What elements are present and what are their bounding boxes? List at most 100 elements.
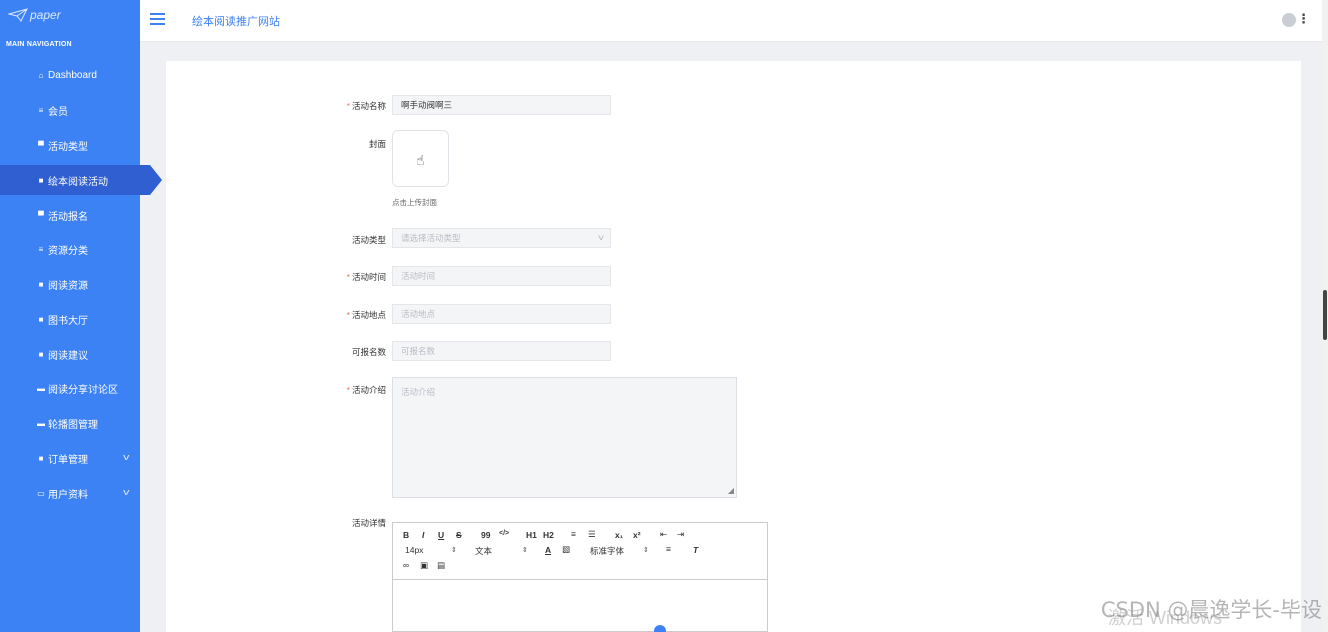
code-button[interactable]: </> <box>499 530 509 537</box>
comment-icon: ▀ <box>38 210 44 220</box>
textarea-placeholder: 活动介绍 <box>401 387 436 397</box>
activity-place-input[interactable]: 活动地点 <box>392 304 611 324</box>
upload-hint: 点击上传封面 <box>392 198 437 207</box>
outdent-button[interactable]: ⇤ <box>660 529 667 540</box>
time-label: * 活动时间 <box>346 272 386 282</box>
grid-icon: ■ <box>38 349 44 359</box>
list-icon: ≡ <box>38 105 44 115</box>
font-size-select[interactable]: 14px <box>405 545 423 555</box>
image-icon[interactable]: ▣ <box>420 560 428 571</box>
scrollbar-thumb[interactable] <box>1323 290 1327 340</box>
sidebar-item-activity-type[interactable]: ▀ 活动类型 <box>0 130 140 160</box>
strike-button[interactable]: S <box>456 530 462 540</box>
sidebar-item-dashboard[interactable]: ⌂ Dashboard <box>0 60 140 90</box>
text-type-select[interactable]: 文本 <box>475 545 492 557</box>
sidebar-item-reading-resource[interactable]: ■ 阅读资源 <box>0 269 140 299</box>
floating-dot[interactable] <box>654 625 666 632</box>
chat-icon: ▬ <box>37 383 45 393</box>
home-icon: ⌂ <box>38 70 44 80</box>
chevron-down-icon: v <box>598 233 604 242</box>
grid-icon: ■ <box>38 175 44 185</box>
chevron-down-icon: v <box>122 452 129 462</box>
calendar-icon: ▭ <box>37 488 45 498</box>
detail-label: 活动详情 <box>351 518 386 528</box>
sidebar: paper MAIN NAVIGATION ⌂ Dashboard ≡ 会员 ▀… <box>0 0 162 632</box>
select-placeholder: 请选择活动类型 <box>401 233 461 243</box>
chevron-down-icon: v <box>122 487 129 497</box>
ordered-list-button[interactable]: ≡ <box>571 529 576 539</box>
logo[interactable]: paper <box>8 8 61 22</box>
italic-button[interactable]: I <box>422 530 424 540</box>
sidebar-item-registration[interactable]: ▀ 活动报名 <box>0 200 140 230</box>
activity-name-input[interactable]: 啊手动阀啊三 <box>392 95 611 115</box>
sidebar-item-members[interactable]: ≡ 会员 <box>0 95 140 125</box>
menu-toggle-icon[interactable] <box>150 13 165 25</box>
bold-button[interactable]: B <box>403 530 409 540</box>
sidebar-item-label: 订单管理 <box>48 454 88 466</box>
h2-button[interactable]: H2 <box>543 530 554 540</box>
nav-header: MAIN NAVIGATION <box>6 41 72 48</box>
activity-intro-textarea[interactable]: 活动介绍 ◢ <box>392 377 737 498</box>
required-marker: * <box>346 101 350 111</box>
activity-time-input[interactable]: 活动时间 <box>392 266 611 286</box>
type-label: 活动类型 <box>351 235 386 245</box>
sidebar-item-suggestions[interactable]: ■ 阅读建议 <box>0 339 140 369</box>
more-vertical-icon[interactable]: ⋮ <box>1297 11 1310 27</box>
sidebar-item-label: 用户资料 <box>48 489 88 501</box>
superscript-button[interactable]: x² <box>633 530 641 540</box>
blockquote-button[interactable]: 99 <box>481 530 490 540</box>
sidebar-item-label: 资源分类 <box>48 245 88 257</box>
logo-text: paper <box>30 8 61 22</box>
sidebar-item-library[interactable]: ■ 图书大厅 <box>0 304 140 334</box>
subscript-button[interactable]: x₁ <box>615 530 623 540</box>
sidebar-item-forum[interactable]: ▬ 阅读分享讨论区 <box>0 373 140 403</box>
sidebar-item-label: 轮播图管理 <box>48 419 98 431</box>
sidebar-item-orders[interactable]: ■ 订单管理 v <box>0 443 140 473</box>
select-arrows-icon: ⇕ <box>451 547 457 554</box>
page-scrollbar[interactable] <box>1322 0 1328 632</box>
underline-button[interactable]: U <box>438 530 444 540</box>
sidebar-item-reading-activity[interactable]: ■ 绘本阅读活动 <box>0 165 162 195</box>
font-family-select[interactable]: 标准字体 <box>590 545 624 557</box>
rich-text-editor[interactable]: B I U S 99 </> H1 H2 ≡ ☰ x₁ x² ⇤ ⇥ 14px … <box>392 522 768 632</box>
indent-button[interactable]: ⇥ <box>677 529 684 540</box>
required-marker: * <box>346 272 350 282</box>
sidebar-item-label: 阅读分享讨论区 <box>48 384 118 396</box>
quota-input[interactable]: 可报名数 <box>392 341 611 361</box>
avatar[interactable] <box>1282 13 1296 27</box>
grid-icon: ■ <box>38 314 44 324</box>
clear-format-icon[interactable]: T <box>693 545 698 555</box>
background-color-icon[interactable]: ▧ <box>562 544 570 555</box>
top-header: 绘本阅读推广网站 ⋮ <box>140 0 1328 42</box>
sidebar-item-label: 活动类型 <box>48 141 88 153</box>
resize-handle-icon[interactable]: ◢ <box>728 486 734 495</box>
required-marker: * <box>346 310 350 320</box>
intro-label: * 活动介绍 <box>346 385 386 395</box>
sidebar-item-label: Dashboard <box>48 69 97 81</box>
cover-label: 封面 <box>368 139 386 149</box>
video-icon[interactable]: ▤ <box>437 560 445 571</box>
activity-type-select[interactable]: 请选择活动类型 v <box>392 228 611 248</box>
sidebar-item-resource-category[interactable]: ≡ 资源分类 <box>0 234 140 264</box>
hand-cursor-icon: ☝ <box>416 152 425 168</box>
sidebar-item-user-profile[interactable]: ▭ 用户资料 v <box>0 478 140 508</box>
paper-plane-icon <box>8 8 28 22</box>
bullet-list-button[interactable]: ☰ <box>588 529 596 540</box>
h1-button[interactable]: H1 <box>526 530 537 540</box>
list-icon: ≡ <box>38 244 44 254</box>
chat-icon: ▬ <box>37 418 45 428</box>
site-title: 绘本阅读推广网站 <box>192 16 280 28</box>
sidebar-item-label: 阅读资源 <box>48 280 88 292</box>
editor-toolbar: B I U S 99 </> H1 H2 ≡ ☰ x₁ x² ⇤ ⇥ 14px … <box>393 523 767 580</box>
sidebar-item-label: 阅读建议 <box>48 350 88 362</box>
sidebar-item-label: 会员 <box>48 106 68 118</box>
align-icon[interactable]: ≡ <box>666 544 671 554</box>
font-color-icon[interactable]: A <box>545 545 551 555</box>
place-label: * 活动地点 <box>346 310 386 320</box>
link-icon[interactable]: ∞ <box>403 560 409 570</box>
grid-icon: ■ <box>38 279 44 289</box>
sidebar-item-carousel[interactable]: ▬ 轮播图管理 <box>0 408 140 438</box>
csdn-watermark: CSDN @晨逸学长-毕设 <box>1100 598 1322 622</box>
quota-label: 可报名数 <box>351 347 386 357</box>
sidebar-item-label: 绘本阅读活动 <box>48 176 108 188</box>
